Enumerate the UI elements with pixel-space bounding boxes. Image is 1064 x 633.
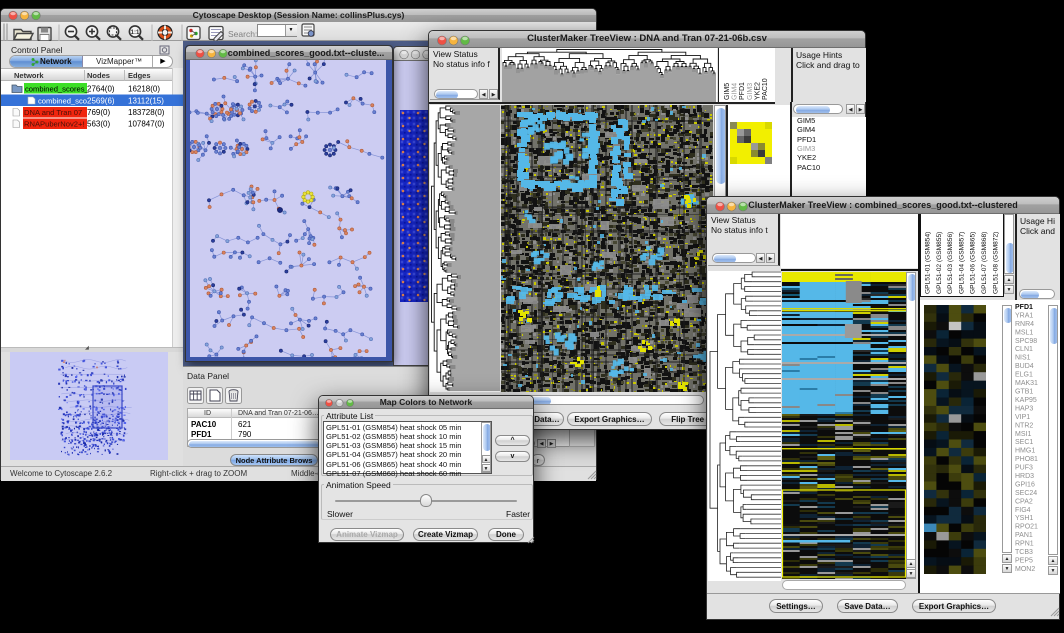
svg-text:107847(0): 107847(0) bbox=[128, 120, 165, 129]
svg-text:2569(6): 2569(6) bbox=[87, 97, 115, 106]
svg-text:RNAPuberNov2+!: RNAPuberNov2+! bbox=[24, 120, 85, 129]
svg-text:GPL51-02 (GSM855): GPL51-02 (GSM855) bbox=[936, 232, 943, 294]
svg-text:YKE2: YKE2 bbox=[754, 82, 761, 100]
svg-text:GIM3: GIM3 bbox=[747, 83, 754, 100]
svg-text:563(0): 563(0) bbox=[87, 120, 110, 129]
svg-text:GPL51-07 (GSM868): GPL51-07 (GSM868) bbox=[981, 232, 988, 294]
svg-text:PAC10: PAC10 bbox=[762, 78, 769, 100]
svg-text:16218(0): 16218(0) bbox=[128, 85, 160, 94]
svg-text:DNA and Tran 07: DNA and Tran 07 bbox=[24, 108, 82, 117]
svg-text:combined_scores_: combined_scores_ bbox=[25, 85, 90, 94]
svg-text:GIM4: GIM4 bbox=[732, 83, 739, 100]
svg-text:13112(15): 13112(15) bbox=[128, 97, 164, 106]
svg-text:combined_sco: combined_sco bbox=[38, 97, 87, 106]
svg-text:PFD1: PFD1 bbox=[739, 82, 746, 100]
svg-text:769(0): 769(0) bbox=[87, 108, 110, 117]
svg-text:GPL51-08 (GSM872): GPL51-08 (GSM872) bbox=[992, 232, 999, 294]
svg-text:GPL51-04 (GSM857): GPL51-04 (GSM857) bbox=[958, 232, 965, 294]
svg-text:GPL51-03 (GSM856): GPL51-03 (GSM856) bbox=[947, 232, 954, 294]
svg-text:GIM5: GIM5 bbox=[724, 83, 731, 100]
svg-text:183728(0): 183728(0) bbox=[128, 108, 165, 117]
svg-text:GPL51-01 (GSM854): GPL51-01 (GSM854) bbox=[925, 232, 932, 294]
svg-text:2764(0): 2764(0) bbox=[87, 85, 115, 94]
svg-text:1:1: 1:1 bbox=[131, 30, 140, 36]
svg-text:GPL51-06 (GSM865): GPL51-06 (GSM865) bbox=[970, 232, 977, 294]
